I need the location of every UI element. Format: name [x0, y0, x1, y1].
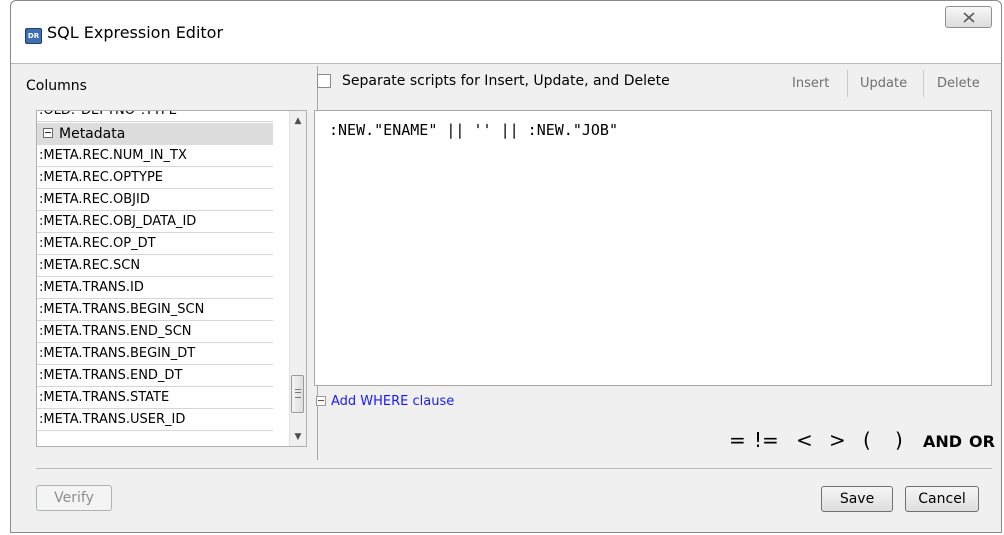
list-item[interactable]: :META.REC.NUM_IN_TX — [37, 145, 273, 167]
expression-editor[interactable]: :NEW."ENAME" || '' || :NEW."JOB" — [314, 110, 992, 386]
scroll-down-arrow-icon[interactable]: ▼ — [290, 429, 306, 445]
tab-divider — [847, 70, 848, 97]
list-item[interactable]: :OLD."DEPTNO".TYPE — [37, 111, 273, 122]
tab-divider — [923, 70, 924, 97]
title-bar: DR SQL Expression Editor — [11, 1, 1001, 63]
close-icon — [962, 12, 975, 23]
operator-or-button[interactable]: OR — [969, 432, 995, 451]
sql-expression-editor-dialog: DR SQL Expression Editor Columns :OLD."D… — [10, 0, 1002, 533]
list-item[interactable]: :META.TRANS.END_DT — [37, 365, 273, 387]
list-item[interactable]: :META.REC.OBJ_DATA_ID — [37, 211, 273, 233]
operator-not-equals-button[interactable]: != — [754, 428, 779, 452]
scroll-up-arrow-icon[interactable]: ▲ — [290, 113, 306, 129]
list-item[interactable]: :META.REC.OPTYPE — [37, 167, 273, 189]
list-item[interactable]: :META.TRANS.USER_ID — [37, 409, 273, 431]
list-item[interactable]: :META.REC.OP_DT — [37, 233, 273, 255]
list-item[interactable]: :META.TRANS.BEGIN_SCN — [37, 299, 273, 321]
tab-insert[interactable]: Insert — [792, 76, 829, 91]
list-item[interactable]: :META.REC.OBJID — [37, 189, 273, 211]
columns-label: Columns — [26, 78, 87, 94]
columns-scrollbar[interactable]: ▲ ▼ — [289, 111, 306, 446]
operator-and-button[interactable]: AND — [923, 432, 962, 451]
group-label: Metadata — [59, 126, 126, 142]
tab-delete[interactable]: Delete — [937, 76, 980, 91]
window-title: SQL Expression Editor — [47, 23, 224, 42]
operator-open-paren-button[interactable]: ( — [863, 428, 871, 452]
operator-equals-button[interactable]: = — [729, 428, 746, 452]
collapse-icon[interactable] — [43, 128, 53, 138]
list-item[interactable]: :META.TRANS.BEGIN_DT — [37, 343, 273, 365]
operator-close-paren-button[interactable]: ) — [895, 428, 903, 452]
operator-greater-than-button[interactable]: > — [829, 428, 846, 452]
metadata-group-header[interactable]: Metadata — [37, 123, 273, 145]
expression-text[interactable]: :NEW."ENAME" || '' || :NEW."JOB" — [329, 121, 618, 139]
close-button[interactable] — [945, 6, 992, 28]
cancel-button[interactable]: Cancel — [905, 486, 979, 512]
add-where-clause-label[interactable]: Add WHERE clause — [331, 394, 454, 409]
columns-list[interactable]: :OLD."DEPTNO".TYPE Metadata :META.REC.NU… — [36, 110, 307, 447]
expand-icon — [316, 395, 326, 406]
footer-divider — [36, 468, 992, 469]
list-item[interactable]: :META.TRANS.ID — [37, 277, 273, 299]
separate-scripts-checkbox[interactable] — [317, 74, 331, 88]
separate-scripts-label[interactable]: Separate scripts for Insert, Update, and… — [342, 73, 670, 89]
scrollbar-thumb[interactable] — [291, 375, 304, 413]
add-where-clause-link[interactable]: Add WHERE clause — [316, 394, 454, 409]
app-icon: DR — [25, 28, 42, 44]
operator-less-than-button[interactable]: < — [796, 428, 813, 452]
save-button[interactable]: Save — [821, 486, 893, 512]
tab-update[interactable]: Update — [860, 76, 907, 91]
list-item[interactable]: :META.TRANS.STATE — [37, 387, 273, 409]
dialog-body: Columns :OLD."DEPTNO".TYPE Metadata :MET… — [11, 63, 1001, 532]
list-item[interactable]: :META.TRANS.END_SCN — [37, 321, 273, 343]
verify-button[interactable]: Verify — [36, 485, 112, 511]
list-item[interactable]: :META.REC.SCN — [37, 255, 273, 277]
